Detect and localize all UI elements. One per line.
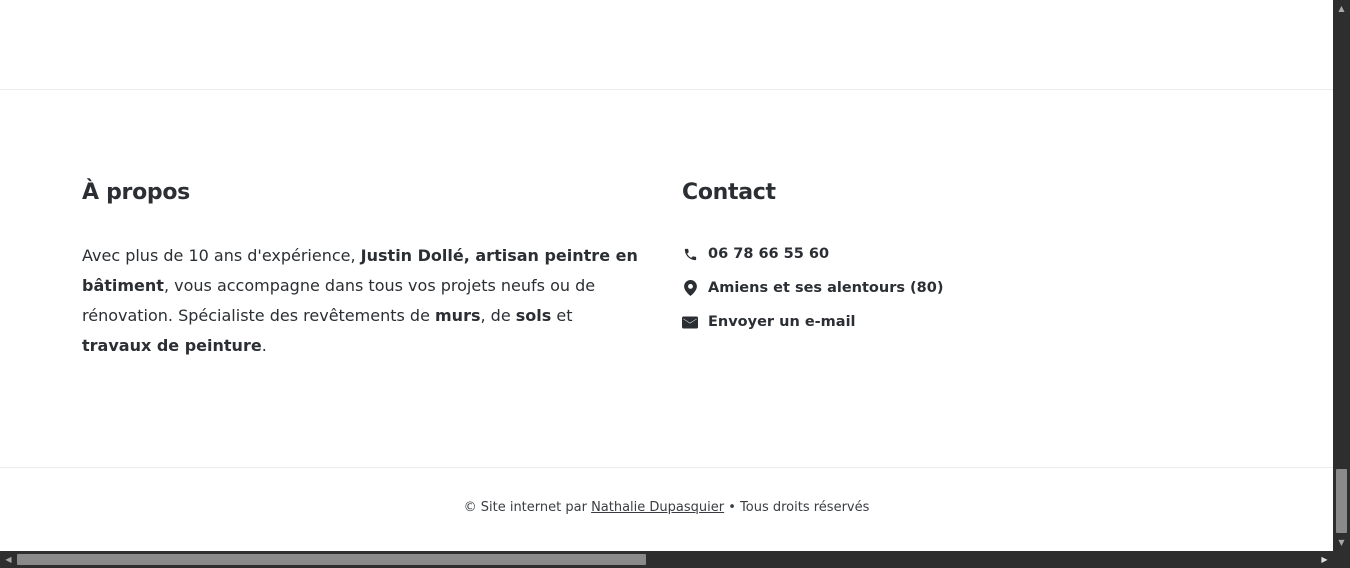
phone-link[interactable]: 06 78 66 55 60 [708,246,829,262]
footer-widgets: À propos Avec plus de 10 ans d'expérienc… [0,90,1333,466]
vertical-scrollbar[interactable]: ▲ ▼ [1333,0,1350,551]
footer-bottom-bar: © Site internet par Nathalie Dupasquier … [0,467,1333,551]
copyright-prefix: © Site internet par [463,500,592,515]
author-link[interactable]: Nathalie Dupasquier [591,500,724,515]
vertical-scroll-thumb[interactable] [1336,469,1347,533]
envelope-icon [682,314,698,330]
about-text-bold-sols: sols [515,306,552,325]
copyright-text: © Site internet par Nathalie Dupasquier … [0,500,1333,515]
scroll-down-arrow-icon[interactable]: ▼ [1333,534,1350,551]
contact-list: 06 78 66 55 60 Amiens et ses alentours (… [682,237,943,339]
phone-icon [682,246,698,262]
scroll-up-arrow-icon[interactable]: ▲ [1333,0,1350,17]
location-label: Amiens et ses alentours (80) [708,280,944,296]
horizontal-scrollbar[interactable]: ◀ ▶ [0,551,1333,568]
about-text-part: Avec plus de 10 ans d'expérience, [82,246,361,265]
email-link[interactable]: Envoyer un e-mail [708,314,856,330]
scrollbar-corner [1333,551,1350,568]
content-area-end [0,0,1333,90]
about-text-part: , de [480,306,516,325]
about-text-bold-murs: murs [435,306,481,325]
copyright-suffix: • Tous droits réservés [724,500,870,515]
about-title: À propos [82,180,190,205]
about-text: Avec plus de 10 ans d'expérience, Justin… [82,241,642,361]
contact-email[interactable]: Envoyer un e-mail [682,305,943,339]
scroll-left-arrow-icon[interactable]: ◀ [0,551,17,568]
map-pin-icon [682,280,698,296]
contact-title: Contact [682,180,776,205]
about-text-bold-peinture: travaux de peinture [82,336,262,355]
contact-location: Amiens et ses alentours (80) [682,271,943,305]
page-viewport: À propos Avec plus de 10 ans d'expérienc… [0,0,1333,551]
scroll-right-arrow-icon[interactable]: ▶ [1316,551,1333,568]
about-text-part: . [261,336,267,355]
horizontal-scroll-thumb[interactable] [17,554,646,565]
contact-phone[interactable]: 06 78 66 55 60 [682,237,943,271]
about-text-part: et [551,306,573,325]
